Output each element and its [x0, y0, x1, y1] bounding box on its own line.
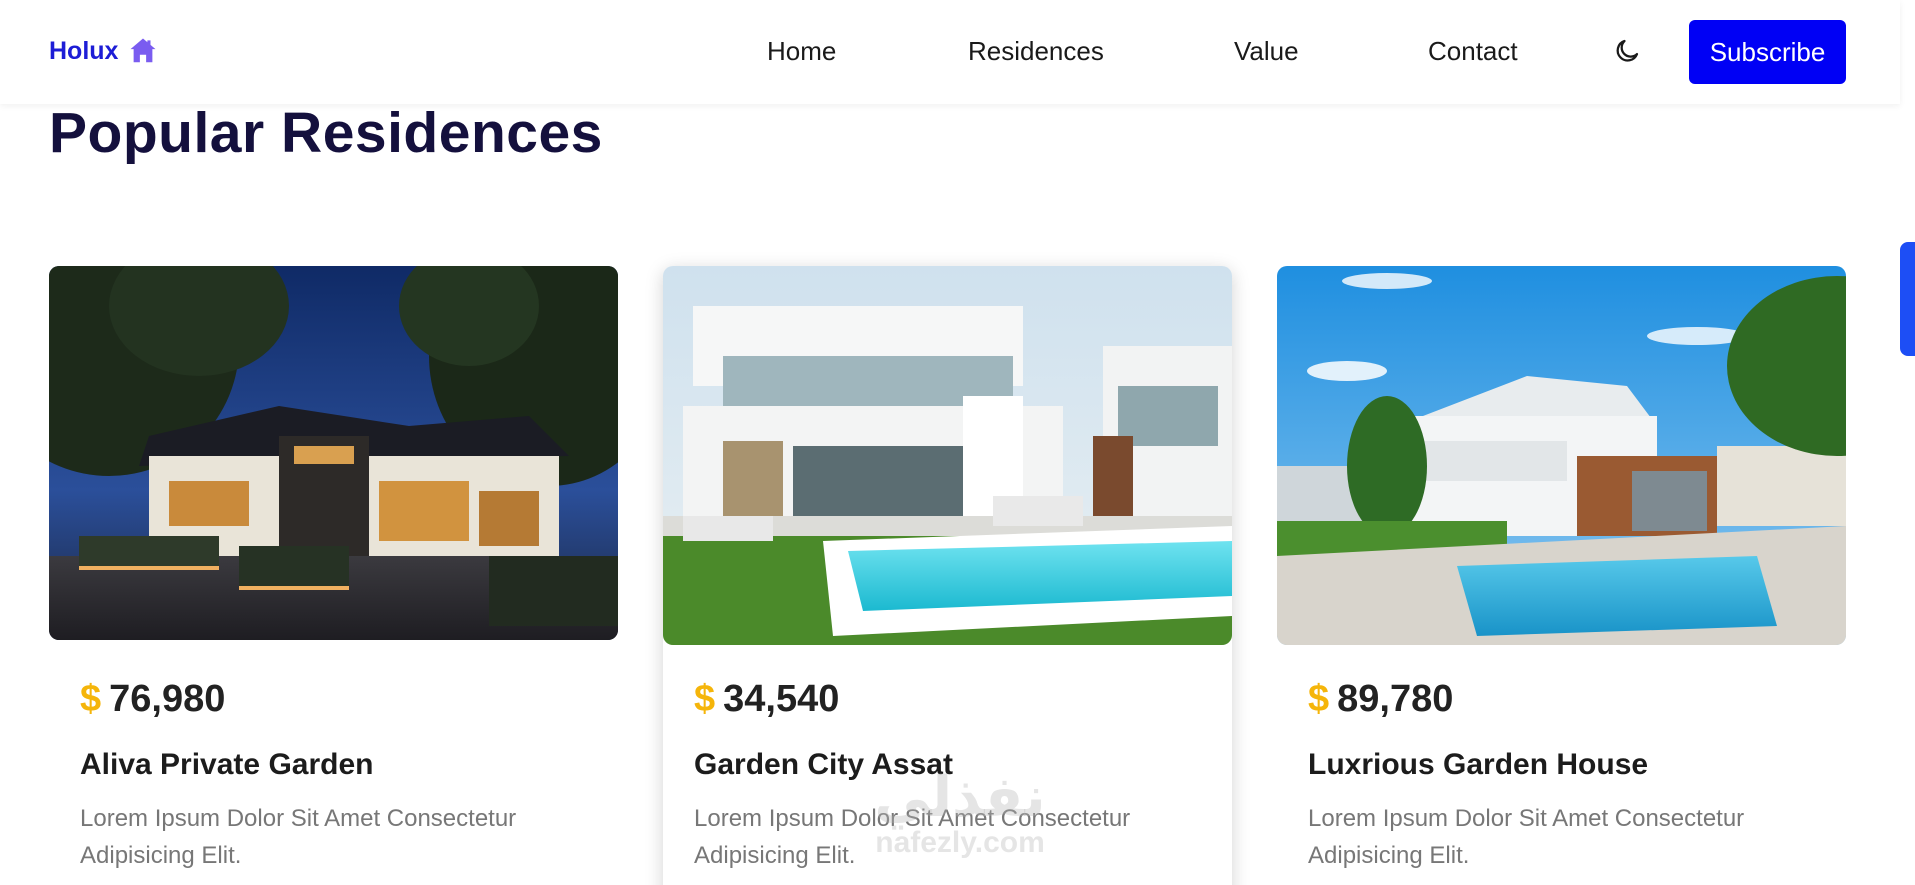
nav-contact[interactable]: Contact	[1428, 36, 1518, 67]
price: $ 34,540	[694, 678, 839, 721]
residence-name: Aliva Private Garden	[80, 748, 374, 781]
residence-image[interactable]	[663, 266, 1232, 645]
price: $ 89,780	[1308, 678, 1453, 721]
residence-name: Luxrious Garden House	[1308, 748, 1649, 781]
currency-symbol: $	[694, 678, 716, 720]
nav-home[interactable]: Home	[767, 36, 836, 67]
watermark-latin: nafezly.com	[875, 826, 1045, 859]
watermark-arabic: نفذلي	[874, 765, 1046, 830]
price: $ 76,980	[80, 678, 225, 721]
currency-symbol: $	[80, 678, 102, 720]
price-value: 34,540	[723, 678, 840, 720]
residence-image[interactable]	[1277, 266, 1846, 645]
page-title: Popular Residences	[49, 101, 603, 165]
nav-residences[interactable]: Residences	[968, 36, 1104, 67]
site-header: Holux Home Residences Value Contact Subs…	[0, 0, 1900, 104]
residence-description: Lorem Ipsum Dolor Sit Amet Consectetur A…	[80, 805, 517, 869]
price-value: 76,980	[109, 678, 226, 720]
scrollbar-thumb[interactable]	[1900, 242, 1915, 356]
moon-icon[interactable]	[1612, 36, 1642, 66]
watermark: نفذلي nafezly.com	[840, 770, 1080, 860]
price-value: 89,780	[1337, 678, 1454, 720]
residence-card[interactable]: $ 89,780 Luxrious Garden House Lorem Ips…	[1277, 266, 1846, 885]
residence-card[interactable]: $ 76,980 Aliva Private Garden Lorem Ipsu…	[49, 266, 618, 885]
subscribe-button[interactable]: Subscribe	[1689, 20, 1846, 84]
currency-symbol: $	[1308, 678, 1330, 720]
residence-description: Lorem Ipsum Dolor Sit Amet Consectetur A…	[1308, 805, 1745, 869]
residence-image[interactable]	[49, 266, 618, 640]
nav-value[interactable]: Value	[1234, 36, 1299, 67]
